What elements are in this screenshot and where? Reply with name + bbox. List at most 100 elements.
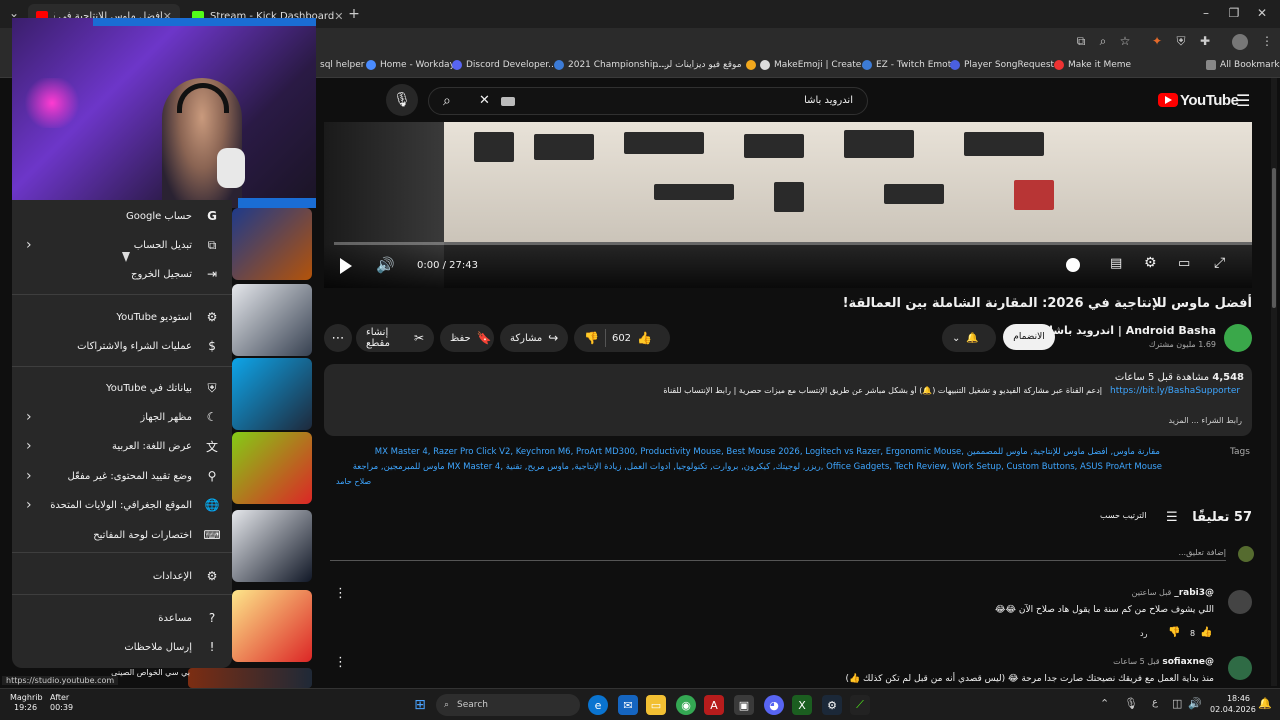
minimize-icon[interactable]: – — [1196, 6, 1216, 20]
kick-icon[interactable]: ⟋ — [850, 695, 870, 715]
close-window-icon[interactable]: ✕ — [1252, 6, 1272, 20]
progress-bar[interactable] — [334, 242, 1252, 245]
bookmark-item[interactable]: EZ - Twitch Emote — [862, 60, 957, 70]
extension-shield-icon[interactable]: ⛨ — [1172, 34, 1190, 49]
windows-start-icon[interactable]: ⊞ — [410, 695, 430, 715]
voice-search-icon[interactable]: 🎙 — [386, 84, 418, 116]
bookmark-item[interactable]: MakeEmoji | Create... — [760, 60, 870, 70]
related-video-thumbnail[interactable] — [232, 510, 312, 582]
sort-icon[interactable]: ☰ — [1166, 510, 1178, 525]
menu-item-language[interactable]: 文 عرض اللغة: العربية ‹ — [12, 432, 232, 460]
settings-icon[interactable]: ⚙ — [1144, 255, 1157, 271]
tags-line3[interactable]: صلاح حامد — [336, 477, 371, 486]
taskbar-clock[interactable]: 18:46 02.04.2026 — [1210, 693, 1256, 715]
like-count[interactable]: 602 — [612, 333, 631, 344]
bookmark-item[interactable]: Player SongRequest... — [950, 60, 1063, 70]
menu-item-appearance[interactable]: ☾ مظهر الجهاز ‹ — [12, 403, 232, 431]
menu-item-restricted-mode[interactable]: ⚲ وضع تقييد المحتوى: غير مفعّل ‹ — [12, 462, 232, 490]
volume-icon[interactable]: 🔊 — [1188, 697, 1202, 710]
tags-line1[interactable]: MX Master 4, Razer Pro Click V2, Keychro… — [338, 447, 1160, 457]
related-video-thumbnail[interactable] — [232, 590, 312, 662]
clip-button[interactable]: إنشاء مقطع ✂ — [356, 324, 434, 352]
menu-item-location[interactable]: 🌐 الموقع الجغرافي: الولايات المتحدة ‹ — [12, 491, 232, 519]
network-icon[interactable]: ◫ — [1172, 697, 1182, 710]
menu-item-purchases[interactable]: $ عمليات الشراء والاشتراكات — [12, 332, 232, 360]
extensions-puzzle-icon[interactable]: ✚ — [1196, 34, 1214, 48]
taskbar-search[interactable]: ⌕ Search — [436, 694, 580, 716]
comment-author[interactable]: @rabi3_ — [1174, 588, 1214, 598]
hamburger-menu-icon[interactable]: ☰ — [1236, 91, 1250, 110]
sort-label[interactable]: الترتيب حسب — [1100, 511, 1146, 520]
menu-item-sign-out[interactable]: ⇥ تسجيل الخروج — [12, 260, 232, 288]
file-explorer-icon[interactable]: ▭ — [646, 695, 666, 715]
join-button[interactable]: الانضمام — [1003, 324, 1055, 350]
bookmark-item[interactable]: 2021 Championship... — [554, 60, 667, 70]
related-video-thumbnail[interactable] — [232, 208, 312, 280]
browser-menu-icon[interactable]: ⋮ — [1258, 34, 1276, 48]
comment-avatar[interactable] — [1228, 656, 1252, 680]
description-more[interactable]: رابط الشراء ... المزيد — [1169, 416, 1242, 425]
keyboard-icon[interactable] — [501, 97, 515, 106]
outlook-icon[interactable]: ✉ — [618, 695, 638, 715]
keyboard-language[interactable]: ع — [1152, 697, 1158, 708]
discord-icon[interactable]: ◕ — [764, 695, 784, 715]
add-comment-input[interactable]: إضافة تعليق... — [330, 548, 1226, 561]
save-button[interactable]: حفظ 🔖 — [440, 324, 494, 352]
clear-search-icon[interactable]: ✕ — [479, 93, 490, 108]
related-video-thumbnail[interactable] — [232, 284, 312, 356]
volume-icon[interactable]: 🔊 — [376, 256, 395, 274]
miniplayer-icon[interactable]: ▭ — [1178, 256, 1190, 271]
like-icon[interactable]: 👍 — [637, 331, 652, 345]
youtube-logo[interactable]: YouTube — [1180, 92, 1239, 109]
extension-icon[interactable]: ✦ — [1148, 34, 1166, 48]
prayer-countdown-widget[interactable]: After 00:39 — [50, 693, 73, 713]
menu-item-help[interactable]: ? مساعدة — [12, 604, 232, 632]
subscribe-bell-button[interactable]: ⌄ 🔔 — [942, 324, 996, 352]
menu-item-your-data[interactable]: ⛨ بياناتك في YouTube — [12, 374, 232, 402]
all-bookmarks[interactable]: All Bookmarks — [1206, 60, 1280, 70]
reply-button[interactable]: رد — [1140, 629, 1147, 638]
related-video-thumbnail[interactable] — [232, 432, 312, 504]
profile-avatar[interactable] — [1232, 34, 1248, 50]
menu-item-google-account[interactable]: G حساب Google — [12, 202, 232, 230]
play-icon[interactable] — [340, 258, 352, 274]
youtube-logo-icon[interactable] — [1158, 93, 1178, 107]
zoom-icon[interactable]: ⌕ — [1094, 34, 1112, 49]
menu-item-feedback[interactable]: ! إرسال ملاحظات — [12, 633, 232, 661]
search-box[interactable]: ⌕ ✕ اندرويد باشا — [428, 87, 868, 115]
bookmark-item[interactable]: موقع فيو ديزاينات لر... — [656, 60, 756, 70]
app-icon[interactable]: ▣ — [734, 695, 754, 715]
tags-line2[interactable]: ماوس للمبرمجين, مراجعة MX Master 4, ريزر… — [336, 462, 1162, 472]
comment-menu-icon[interactable]: ⋮ — [334, 655, 347, 670]
dislike-icon[interactable]: 👎 — [584, 331, 599, 345]
share-button[interactable]: مشاركة ↪ — [500, 324, 568, 352]
prayer-time-widget[interactable]: Maghrib 19:26 — [10, 693, 43, 713]
more-actions-icon[interactable]: ⋯ — [324, 324, 352, 352]
subtitles-icon[interactable]: ▤ — [1110, 256, 1122, 271]
bookmark-item[interactable]: sql helper — [320, 60, 364, 70]
edge-icon[interactable]: e — [588, 695, 608, 715]
menu-item-settings[interactable]: ⚙ الإعدادات — [12, 562, 232, 590]
chrome-icon[interactable]: ◉ — [676, 695, 696, 715]
menu-item-keyboard-shortcuts[interactable]: ⌨ اختصارات لوحة المفاتيح — [12, 521, 232, 549]
related-video-title[interactable]: بي سي الخواص الصيني : لا تشتري ... حاليا — [110, 668, 190, 677]
tray-mic-icon[interactable]: 🎙 — [1124, 697, 1138, 710]
comment-dislike-icon[interactable]: 👎 — [1168, 627, 1180, 638]
related-video-thumbnail[interactable] — [232, 358, 312, 430]
new-tab-button[interactable]: + — [344, 6, 364, 22]
channel-name[interactable]: Android Basha | اندرويد باشا — [1040, 324, 1216, 337]
search-input[interactable]: اندرويد باشا — [804, 95, 853, 106]
comment-like-icon[interactable]: 👍 — [1200, 627, 1212, 638]
bookmark-star-icon[interactable]: ☆ — [1116, 34, 1134, 48]
search-icon[interactable]: ⌕ — [443, 93, 451, 109]
channel-avatar[interactable] — [1224, 324, 1252, 352]
support-link[interactable]: https://bit.ly/BashaSupporter — [1110, 386, 1240, 396]
scrollbar-thumb[interactable] — [1272, 168, 1276, 308]
cast-icon[interactable]: ⧉ — [1072, 34, 1090, 49]
comment-avatar[interactable] — [1228, 590, 1252, 614]
fullscreen-icon[interactable]: ⤢ — [1214, 255, 1225, 271]
maximize-icon[interactable]: ❐ — [1224, 6, 1244, 20]
bookmark-item[interactable]: Make it Meme — [1054, 60, 1131, 70]
tray-chevron-icon[interactable]: ⌃ — [1100, 697, 1109, 710]
comment-author[interactable]: @sofiaxne — [1162, 657, 1214, 667]
